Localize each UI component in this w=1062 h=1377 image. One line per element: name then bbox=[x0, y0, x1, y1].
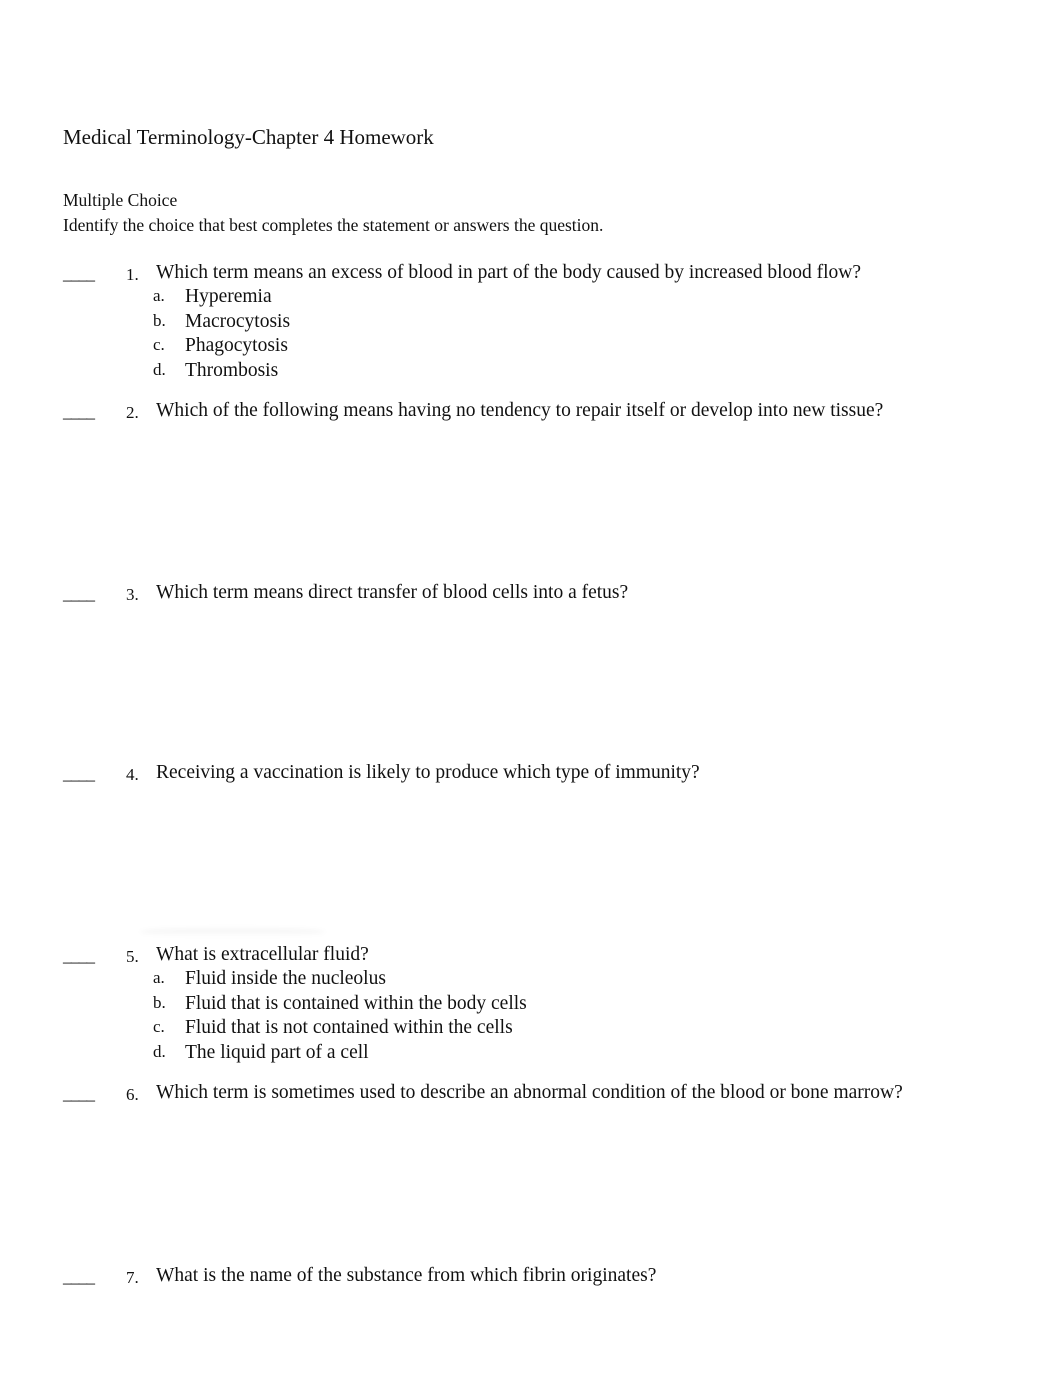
choice-letter: a. bbox=[153, 286, 165, 305]
answer-blank: ____ bbox=[63, 263, 95, 283]
question-number: 1. bbox=[126, 265, 139, 284]
choice-letter: d. bbox=[153, 359, 166, 379]
choice-d: d. The liquid part of a cell bbox=[0, 1041, 1062, 1066]
choice-list: a. Fluid inside the nucleolus b. Fluid t… bbox=[0, 967, 1062, 1065]
choice-d: d. Thrombosis bbox=[0, 359, 1062, 384]
choice-letter: b. bbox=[153, 992, 166, 1012]
question-text: What is extracellular fluid? bbox=[156, 944, 369, 965]
choice-text: Fluid inside the nucleolus bbox=[185, 968, 386, 989]
choice-text: Phagocytosis bbox=[185, 335, 288, 356]
question-text: Which of the following means having no t… bbox=[156, 400, 884, 421]
choice-letter: c. bbox=[153, 335, 165, 354]
choice-c: c. Fluid that is not contained within th… bbox=[0, 1016, 1062, 1041]
answer-blank: ____ bbox=[63, 1266, 95, 1286]
choice-text: Fluid that is not contained within the c… bbox=[185, 1017, 513, 1038]
choice-text: Fluid that is contained within the body … bbox=[185, 992, 527, 1014]
question-number: 7. bbox=[126, 1268, 139, 1287]
choice-b: b. Macrocytosis bbox=[0, 310, 1062, 335]
choice-letter: d. bbox=[153, 1041, 166, 1061]
question-number: 5. bbox=[126, 947, 139, 966]
choice-letter: b. bbox=[153, 310, 166, 330]
question-text: What is the name of the substance from w… bbox=[156, 1265, 657, 1286]
question-number: 4. bbox=[126, 765, 139, 784]
question-text: Which term is sometimes used to describe… bbox=[156, 1082, 903, 1103]
question-text: Receiving a vaccination is likely to pro… bbox=[156, 762, 700, 783]
choice-text: Thrombosis bbox=[185, 359, 279, 381]
answer-blank: ____ bbox=[63, 945, 95, 965]
instructions: Identify the choice that best completes … bbox=[63, 215, 604, 235]
choice-text: Hyperemia bbox=[185, 286, 272, 307]
choice-text: Macrocytosis bbox=[185, 310, 291, 332]
page-artifact-shadow bbox=[140, 927, 325, 937]
answer-blank: ____ bbox=[63, 763, 95, 783]
answer-blank: ____ bbox=[63, 401, 95, 421]
question-number: 6. bbox=[126, 1085, 139, 1104]
choice-b: b. Fluid that is contained within the bo… bbox=[0, 992, 1062, 1017]
question-text: Which term means direct transfer of bloo… bbox=[156, 582, 629, 603]
choice-c: c. Phagocytosis bbox=[0, 334, 1062, 359]
answer-blank: ____ bbox=[63, 1083, 95, 1103]
choice-letter: c. bbox=[153, 1017, 165, 1036]
choice-a: a. Fluid inside the nucleolus bbox=[0, 967, 1062, 992]
question-number: 2. bbox=[126, 403, 139, 422]
answer-blank: ____ bbox=[63, 583, 95, 603]
question-text: Which term means an excess of blood in p… bbox=[156, 262, 862, 283]
choice-list: a. Hyperemia b. Macrocytosis c. Phagocyt… bbox=[0, 285, 1062, 383]
choice-text: The liquid part of a cell bbox=[185, 1041, 369, 1063]
choice-letter: a. bbox=[153, 968, 165, 987]
choice-a: a. Hyperemia bbox=[0, 285, 1062, 310]
section-title: Multiple Choice bbox=[63, 190, 178, 210]
page-title: Medical Terminology-Chapter 4 Homework bbox=[63, 125, 434, 149]
question-number: 3. bbox=[126, 585, 139, 604]
